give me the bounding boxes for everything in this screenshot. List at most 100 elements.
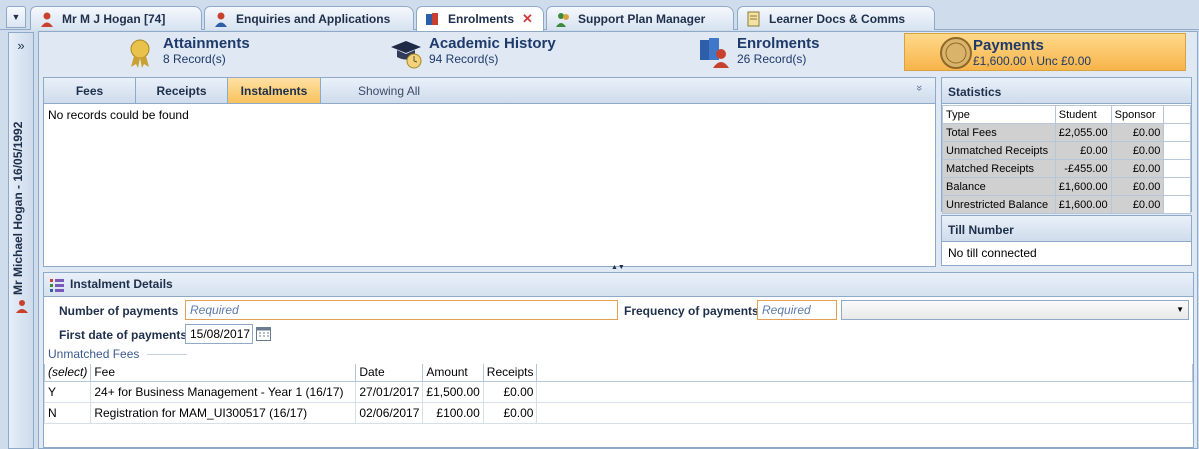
tab-fees[interactable]: Fees — [44, 78, 136, 103]
tab-receipts[interactable]: Receipts — [136, 78, 228, 103]
cell-amount: £1,500.00 — [422, 380, 484, 403]
first-date-input[interactable]: 15/08/2017 — [185, 324, 253, 344]
cell-select[interactable]: Y — [43, 380, 92, 403]
academic-history-summary[interactable]: Academic History 94 Record(s) — [389, 32, 649, 74]
cell-select[interactable]: N — [43, 401, 92, 424]
cell-fee: 24+ for Business Management - Year 1 (16… — [90, 380, 357, 403]
stat-type: Total Fees — [942, 123, 1056, 142]
tab-label: Enrolments — [448, 12, 515, 26]
cell-date: 27/01/2017 — [355, 380, 424, 403]
cell-receipts: £0.00 — [482, 380, 538, 403]
table-row[interactable]: Y 24+ for Business Management - Year 1 (… — [43, 380, 1193, 403]
stat-spacer — [1163, 159, 1191, 178]
learner-side-strip[interactable]: » Mr Michael Hogan - 16/05/1992 — [8, 32, 34, 449]
first-date-label: First date of payments — [59, 328, 188, 342]
instalment-details-title: Instalment Details — [70, 277, 173, 291]
stat-type: Unrestricted Balance — [942, 195, 1056, 214]
attainments-summary[interactable]: Attainments 8 Record(s) — [123, 32, 363, 74]
list-icon — [50, 278, 64, 295]
payments-title: Payments — [973, 37, 1044, 54]
col-amount[interactable]: Amount — [422, 364, 484, 382]
tab-learner-docs-comms[interactable]: Learner Docs & Comms — [737, 6, 935, 30]
statistics-table: Type Student Sponsor Total Fees £2,055.00… — [942, 105, 1191, 214]
fees-subtab-bar: Fees Receipts Instalments Showing All » — [44, 78, 935, 104]
statistics-title: Statistics — [942, 78, 1191, 104]
no-records-message: No records could be found — [48, 108, 189, 122]
calendar-icon[interactable] — [256, 326, 271, 344]
books-person-icon — [697, 35, 731, 69]
statistics-row: Unrestricted Balance £1,600.00 £0.00 — [942, 195, 1191, 214]
stat-type: Matched Receipts — [942, 159, 1056, 178]
tab-support-plan-manager[interactable]: Support Plan Manager — [546, 6, 734, 30]
tab-fees-label: Fees — [75, 83, 104, 98]
tab-instalments-label: Instalments — [240, 83, 308, 98]
col-select[interactable]: (select) — [43, 364, 92, 382]
tab-enquiries-applications[interactable]: Enquiries and Applications — [204, 6, 414, 30]
unmatched-fees-label: Unmatched Fees — [48, 347, 140, 361]
stat-student: £1,600.00 — [1054, 195, 1112, 214]
stat-student: £2,055.00 — [1054, 123, 1112, 142]
statistics-panel: Statistics Type Student Sponsor Total Fe… — [941, 77, 1192, 214]
tab-label: Support Plan Manager — [578, 11, 706, 26]
unmatched-fees-header-row: (select) Fee Date Amount Receipts — [43, 364, 1193, 382]
attainments-count: 8 Record(s) — [163, 52, 226, 66]
cell-spacer — [536, 380, 1193, 403]
person-group-icon — [555, 11, 571, 27]
col-student: Student — [1054, 105, 1112, 124]
group-divider — [147, 354, 187, 355]
books-icon — [425, 11, 441, 27]
chevron-down-icon: ▼ — [1176, 305, 1184, 314]
enrolments-summary[interactable]: Enrolments 26 Record(s) — [697, 32, 897, 74]
col-receipts[interactable]: Receipts — [482, 364, 538, 382]
stat-spacer — [1163, 141, 1191, 160]
expand-panel-icon[interactable]: » — [9, 38, 33, 53]
tab-label: Mr M J Hogan [74] — [62, 11, 166, 26]
graduation-cap-icon — [389, 35, 423, 69]
cell-spacer — [536, 401, 1193, 424]
col-fee[interactable]: Fee — [90, 364, 357, 382]
cell-amount: £100.00 — [422, 401, 484, 424]
tab-receipts-label: Receipts — [156, 83, 207, 98]
tab-label: Enquiries and Applications — [236, 11, 391, 26]
collapse-icon[interactable]: » — [913, 85, 925, 91]
splitter-handle[interactable]: ▲▼ — [611, 264, 625, 271]
fees-panel: Fees Receipts Instalments Showing All » … — [43, 77, 936, 267]
tab-learner[interactable]: Mr M J Hogan [74] — [30, 6, 202, 30]
person-icon — [39, 11, 55, 27]
frequency-of-payments-label: Frequency of payments — [624, 304, 759, 318]
showing-filter-label: Showing All — [358, 84, 421, 98]
stat-sponsor: £0.00 — [1110, 141, 1165, 160]
till-number-panel: Till Number No till connected — [941, 215, 1192, 266]
col-date[interactable]: Date — [355, 364, 424, 382]
academic-history-title: Academic History — [429, 35, 556, 52]
docs-icon — [746, 11, 762, 27]
academic-history-count: 94 Record(s) — [429, 52, 499, 66]
person-icon — [15, 299, 29, 313]
stat-type: Unmatched Receipts — [942, 141, 1056, 160]
table-row[interactable]: N Registration for MAM_UI300517 (16/17) … — [43, 401, 1193, 424]
stat-spacer — [1163, 177, 1191, 196]
frequency-of-payments-input[interactable]: Required — [757, 300, 837, 320]
tab-list-dropdown-button[interactable]: ▼ — [6, 6, 26, 28]
payments-summary[interactable]: Payments £1,600.00 \ Unc £0.00 — [904, 33, 1186, 71]
close-icon[interactable]: ✕ — [522, 11, 533, 27]
stat-student: -£455.00 — [1054, 159, 1112, 178]
attainments-title: Attainments — [163, 35, 250, 52]
stat-spacer — [1163, 123, 1191, 142]
enrolments-title: Enrolments — [737, 35, 820, 52]
enrolments-main-panel: Attainments 8 Record(s) Academic History 9… — [38, 31, 1198, 449]
stat-student: £1,600.00 — [1054, 177, 1112, 196]
stat-sponsor: £0.00 — [1110, 123, 1165, 142]
col-spacer — [1163, 105, 1191, 124]
learner-name-dob: Mr Michael Hogan - 16/05/1992 — [11, 121, 25, 295]
tab-enrolments[interactable]: Enrolments ✕ — [416, 6, 544, 31]
instalment-details-header: Instalment Details — [44, 273, 1193, 297]
col-sponsor: Sponsor — [1110, 105, 1165, 124]
cell-date: 02/06/2017 — [355, 401, 424, 424]
award-medal-icon — [123, 35, 157, 69]
tab-instalments[interactable]: Instalments — [228, 78, 321, 103]
frequency-dropdown[interactable]: ▼ — [841, 300, 1189, 320]
number-of-payments-input[interactable]: Required — [185, 300, 618, 320]
statistics-row: Unmatched Receipts £0.00 £0.00 — [942, 141, 1191, 160]
stat-sponsor: £0.00 — [1110, 177, 1165, 196]
